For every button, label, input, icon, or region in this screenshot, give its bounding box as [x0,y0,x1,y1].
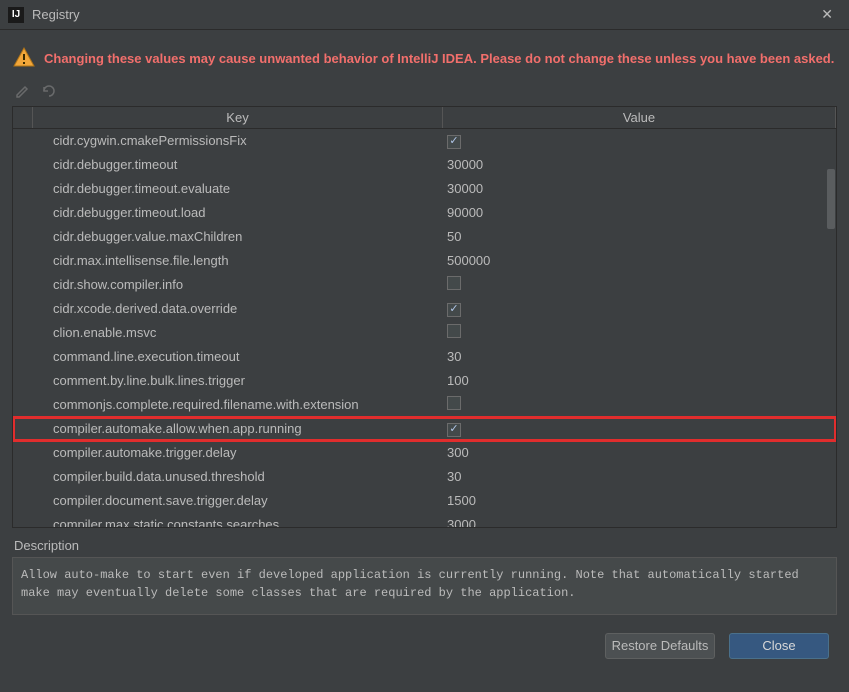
table-row[interactable]: compiler.max.static.constants.searches30… [13,513,836,527]
scroll-thumb[interactable] [827,169,835,229]
warning-icon [12,46,36,70]
checkbox[interactable] [447,276,461,290]
table-row[interactable]: cidr.debugger.value.maxChildren50 [13,225,836,249]
cell-value[interactable] [443,324,836,341]
cell-key: compiler.automake.allow.when.app.running [33,421,443,436]
table-row[interactable]: compiler.automake.allow.when.app.running [13,417,836,441]
table-row[interactable]: commonjs.complete.required.filename.with… [13,393,836,417]
table-row[interactable]: compiler.document.save.trigger.delay1500 [13,489,836,513]
checkbox[interactable] [447,396,461,410]
cell-value[interactable]: 1500 [443,493,836,508]
cell-key: commonjs.complete.required.filename.with… [33,397,443,412]
cell-key: command.line.execution.timeout [33,349,443,364]
cell-key: compiler.build.data.unused.threshold [33,469,443,484]
cell-value[interactable]: 30 [443,349,836,364]
cell-value[interactable]: 3000 [443,517,836,527]
scrollbar[interactable] [826,129,836,527]
cell-value[interactable]: 30000 [443,181,836,196]
cell-value[interactable]: 50 [443,229,836,244]
registry-table: Key Value cidr.cygwin.cmakePermissionsFi… [12,106,837,528]
cell-value[interactable]: 500000 [443,253,836,268]
cell-value[interactable] [443,396,836,413]
cell-value[interactable] [443,276,836,293]
cell-value[interactable]: 30000 [443,157,836,172]
button-bar: Restore Defaults Close [8,615,841,671]
cell-key: cidr.show.compiler.info [33,277,443,292]
close-icon[interactable]: ✕ [813,2,841,27]
cell-key: compiler.document.save.trigger.delay [33,493,443,508]
cell-key: comment.by.line.bulk.lines.trigger [33,373,443,388]
cell-key: cidr.debugger.timeout.load [33,205,443,220]
header-value[interactable]: Value [443,107,836,128]
toolbar [8,80,841,106]
table-body[interactable]: cidr.cygwin.cmakePermissionsFix cidr.debu… [13,129,836,527]
cell-key: compiler.max.static.constants.searches [33,517,443,527]
cell-value[interactable]: 300 [443,445,836,460]
edit-icon[interactable] [14,82,32,100]
undo-icon[interactable] [40,82,58,100]
window-title: Registry [32,7,813,22]
warning-text: Changing these values may cause unwanted… [44,51,834,66]
table-row[interactable]: cidr.debugger.timeout.load90000 [13,201,836,225]
table-row[interactable]: cidr.debugger.timeout.evaluate30000 [13,177,836,201]
table-row[interactable]: comment.by.line.bulk.lines.trigger100 [13,369,836,393]
cell-key: cidr.xcode.derived.data.override [33,301,443,316]
app-icon: IJ [8,7,24,23]
cell-key: compiler.automake.trigger.delay [33,445,443,460]
description-text: Allow auto-make to start even if develop… [12,557,837,615]
table-row[interactable]: cidr.show.compiler.info [13,273,836,297]
table-row[interactable]: cidr.xcode.derived.data.override [13,297,836,321]
cell-key: cidr.debugger.timeout [33,157,443,172]
cell-key: cidr.cygwin.cmakePermissionsFix [33,133,443,148]
table-row[interactable]: cidr.debugger.timeout30000 [13,153,836,177]
table-row[interactable]: compiler.automake.trigger.delay300 [13,441,836,465]
checkbox[interactable] [447,135,461,149]
cell-value[interactable] [443,132,836,149]
header-key[interactable]: Key [33,107,443,128]
cell-value[interactable]: 30 [443,469,836,484]
close-button[interactable]: Close [729,633,829,659]
checkbox[interactable] [447,303,461,317]
description-section: Description Allow auto-make to start eve… [12,534,837,615]
table-header: Key Value [13,107,836,129]
table-row[interactable]: cidr.cygwin.cmakePermissionsFix [13,129,836,153]
checkbox[interactable] [447,324,461,338]
header-handle [13,107,33,128]
cell-key: cidr.max.intellisense.file.length [33,253,443,268]
cell-value[interactable]: 90000 [443,205,836,220]
cell-value[interactable]: 100 [443,373,836,388]
warning-banner: Changing these values may cause unwanted… [8,40,841,80]
table-row[interactable]: compiler.build.data.unused.threshold30 [13,465,836,489]
table-row[interactable]: command.line.execution.timeout30 [13,345,836,369]
restore-defaults-button[interactable]: Restore Defaults [605,633,715,659]
cell-key: clion.enable.msvc [33,325,443,340]
table-row[interactable]: cidr.max.intellisense.file.length500000 [13,249,836,273]
cell-key: cidr.debugger.value.maxChildren [33,229,443,244]
cell-key: cidr.debugger.timeout.evaluate [33,181,443,196]
checkbox[interactable] [447,423,461,437]
titlebar: IJ Registry ✕ [0,0,849,30]
table-row[interactable]: clion.enable.msvc [13,321,836,345]
cell-value[interactable] [443,420,836,437]
cell-value[interactable] [443,300,836,317]
description-label: Description [12,534,837,557]
